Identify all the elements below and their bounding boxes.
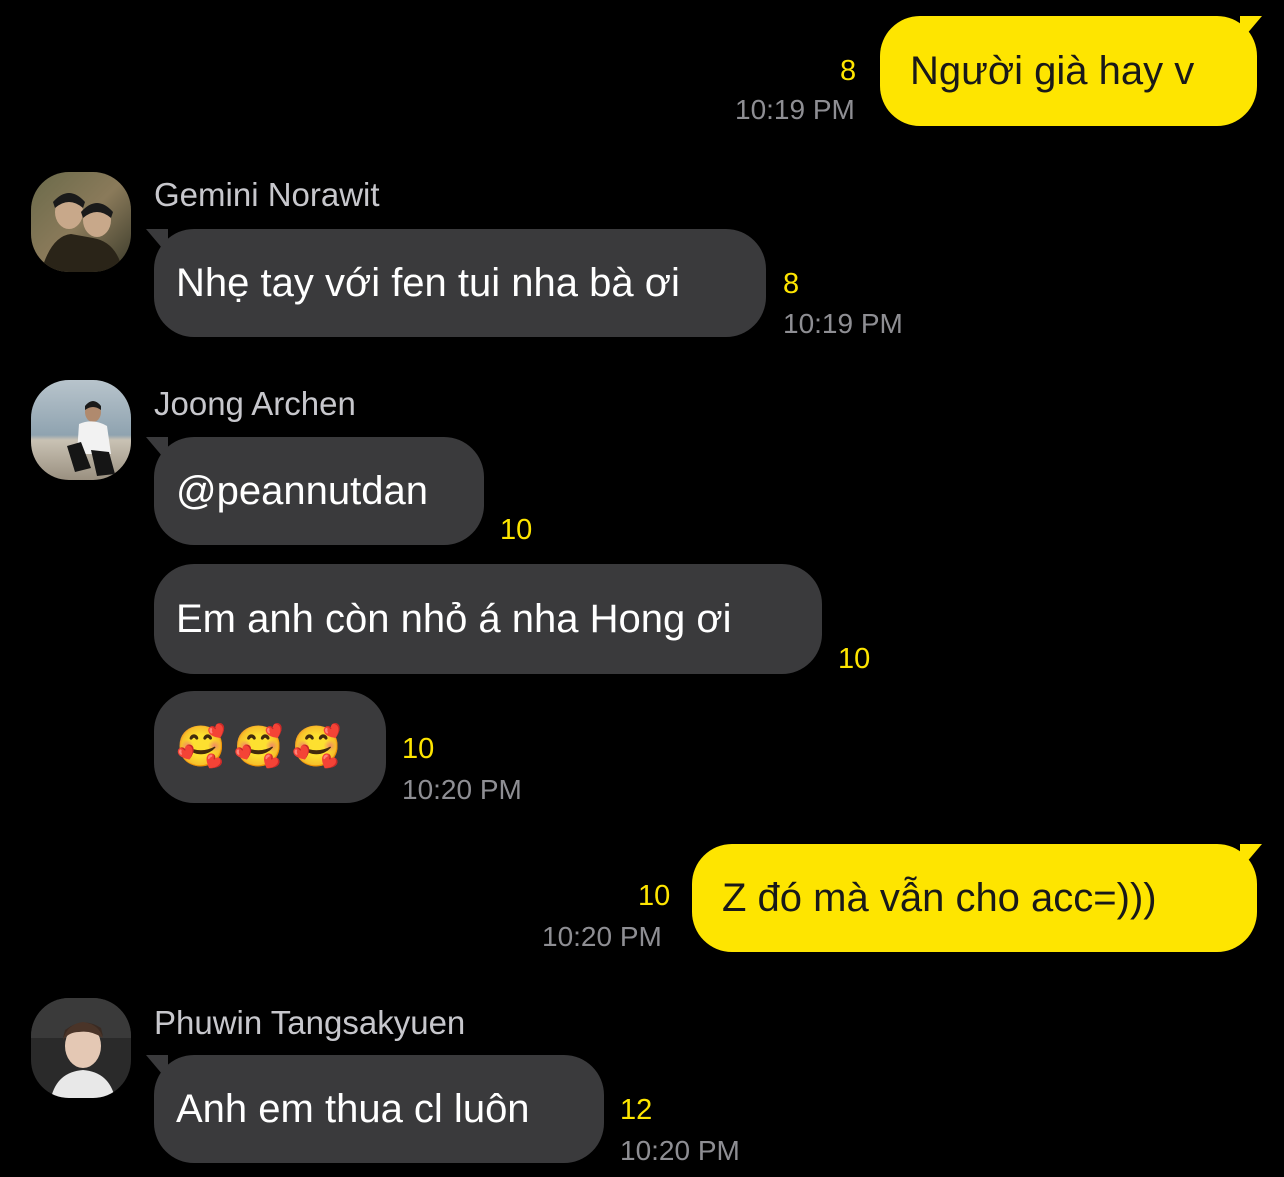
message-text: Z đó mà vẫn cho acc=))) xyxy=(722,876,1157,920)
outgoing-message-bubble[interactable]: Z đó mà vẫn cho acc=))) xyxy=(692,844,1257,952)
incoming-message-bubble[interactable]: @peannutdan xyxy=(154,437,484,545)
avatar-photo-icon xyxy=(31,998,131,1098)
message-timestamp: 10:20 PM xyxy=(620,1135,740,1166)
sender-name: Gemini Norawit xyxy=(154,176,380,213)
emoji-row: 🥰 🥰 🥰 xyxy=(176,727,341,767)
message-timestamp: 10:19 PM xyxy=(735,94,855,125)
unread-count: 8 xyxy=(840,55,857,87)
avatar-gemini-norawit[interactable] xyxy=(31,172,131,272)
unread-count: 8 xyxy=(783,268,800,300)
avatar-photo-icon xyxy=(31,380,131,480)
unread-count: 10 xyxy=(500,514,533,546)
avatar-photo-icon xyxy=(31,172,131,272)
avatar-phuwin-tangsakyuen[interactable] xyxy=(31,998,131,1098)
outgoing-message-bubble[interactable]: Người già hay v xyxy=(880,16,1257,126)
unread-count: 10 xyxy=(638,880,671,912)
message-text: Người già hay v xyxy=(910,49,1195,93)
incoming-message-bubble[interactable]: Anh em thua cl luôn xyxy=(154,1055,604,1163)
message-timestamp: 10:19 PM xyxy=(783,308,903,339)
smiling-face-with-hearts-emoji: 🥰 xyxy=(233,725,284,769)
bubble-tail xyxy=(1240,844,1262,870)
incoming-message-bubble[interactable]: Em anh còn nhỏ á nha Hong ơi xyxy=(154,564,822,674)
incoming-message-bubble[interactable]: Nhẹ tay với fen tui nha bà ơi xyxy=(154,229,766,337)
smiling-face-with-hearts-emoji: 🥰 xyxy=(176,725,226,769)
message-text: Nhẹ tay với fen tui nha bà ơi xyxy=(176,261,680,305)
sender-name: Phuwin Tangsakyuen xyxy=(154,1004,466,1041)
message-text: Anh em thua cl luôn xyxy=(176,1087,530,1131)
avatar-joong-archen[interactable] xyxy=(31,380,131,480)
bubble-tail xyxy=(1240,16,1262,42)
incoming-emoji-bubble[interactable]: 🥰 🥰 🥰 xyxy=(154,691,386,803)
sender-name: Joong Archen xyxy=(154,385,356,422)
unread-count: 12 xyxy=(620,1094,653,1126)
message-timestamp: 10:20 PM xyxy=(402,774,522,805)
smiling-face-with-hearts-emoji: 🥰 xyxy=(291,725,342,769)
message-text: @peannutdan xyxy=(176,469,428,513)
unread-count: 10 xyxy=(838,643,871,675)
message-timestamp: 10:20 PM xyxy=(542,921,662,952)
unread-count: 10 xyxy=(402,733,435,765)
message-text: Em anh còn nhỏ á nha Hong ơi xyxy=(176,597,732,641)
